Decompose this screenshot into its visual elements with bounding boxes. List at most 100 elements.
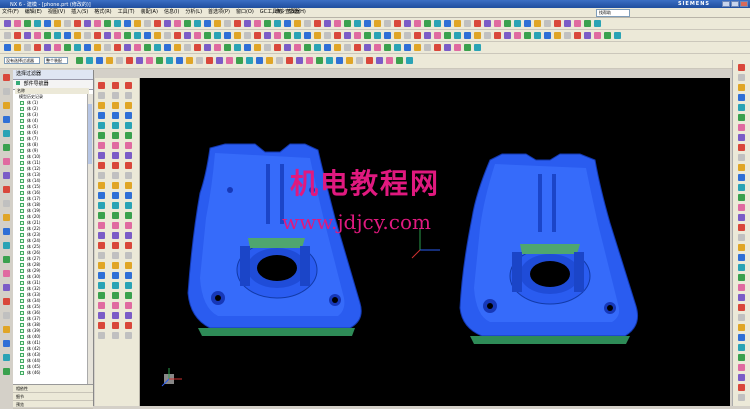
toolbar-tool-icon[interactable] <box>112 162 119 169</box>
toolbar-tool-icon[interactable] <box>104 32 111 39</box>
toolbar-tool-icon[interactable] <box>304 20 311 27</box>
toolbar-tool-icon[interactable] <box>125 272 132 279</box>
toolbar-tool-icon[interactable] <box>116 57 123 64</box>
toolbar-tool-icon[interactable] <box>314 20 321 27</box>
toolbar-tool-icon[interactable] <box>376 57 383 64</box>
toolbar-tool-icon[interactable] <box>96 57 103 64</box>
toolbar-tool-icon[interactable] <box>738 64 745 71</box>
toolbar-tool-icon[interactable] <box>344 44 351 51</box>
toolbar-tool-icon[interactable] <box>144 32 151 39</box>
toolbar-tool-icon[interactable] <box>396 57 403 64</box>
toolbar-tool-icon[interactable] <box>174 32 181 39</box>
toolbar-tool-icon[interactable] <box>404 20 411 27</box>
toolbar-tool-icon[interactable] <box>738 104 745 111</box>
toolbar-tool-icon[interactable] <box>394 20 401 27</box>
toolbar-tool-icon[interactable] <box>112 82 119 89</box>
toolbar-tool-icon[interactable] <box>738 364 745 371</box>
selection-scope-dropdown[interactable]: 整个装配 <box>44 57 68 64</box>
toolbar-tool-icon[interactable] <box>384 20 391 27</box>
toolbar-tool-icon[interactable] <box>3 144 10 151</box>
menu-item-2[interactable]: 视图(V) <box>48 8 65 17</box>
toolbar-tool-icon[interactable] <box>3 130 10 137</box>
toolbar-tool-icon[interactable] <box>34 32 41 39</box>
toolbar-tool-icon[interactable] <box>738 84 745 91</box>
toolbar-tool-icon[interactable] <box>234 44 241 51</box>
toolbar-tool-icon[interactable] <box>54 44 61 51</box>
toolbar-tool-icon[interactable] <box>264 44 271 51</box>
toolbar-tool-icon[interactable] <box>364 20 371 27</box>
menu-item-8[interactable]: 分析(L) <box>185 8 202 17</box>
details-pane[interactable]: 细节 <box>13 393 93 401</box>
toolbar-tool-icon[interactable] <box>738 174 745 181</box>
toolbar-tool-icon[interactable] <box>434 44 441 51</box>
toolbar-tool-icon[interactable] <box>3 116 10 123</box>
toolbar-tool-icon[interactable] <box>3 88 10 95</box>
toolbar-tool-icon[interactable] <box>125 122 132 129</box>
toolbar-tool-icon[interactable] <box>98 222 105 229</box>
toolbar-tool-icon[interactable] <box>738 344 745 351</box>
toolbar-tool-icon[interactable] <box>484 32 491 39</box>
toolbar-tool-icon[interactable] <box>64 32 71 39</box>
toolbar-tool-icon[interactable] <box>494 20 501 27</box>
toolbar-tool-icon[interactable] <box>98 312 105 319</box>
toolbar-tool-icon[interactable] <box>176 57 183 64</box>
toolbar-tool-icon[interactable] <box>286 57 293 64</box>
toolbar-tool-icon[interactable] <box>124 20 131 27</box>
toolbar-tool-icon[interactable] <box>112 172 119 179</box>
toolbar-tool-icon[interactable] <box>234 20 241 27</box>
toolbar-tool-icon[interactable] <box>74 32 81 39</box>
toolbar-tool-icon[interactable] <box>98 282 105 289</box>
toolbar-tool-icon[interactable] <box>3 256 10 263</box>
toolbar-tool-icon[interactable] <box>574 20 581 27</box>
toolbar-tool-icon[interactable] <box>3 368 10 375</box>
toolbar-tool-icon[interactable] <box>76 57 83 64</box>
toolbar-tool-icon[interactable] <box>544 20 551 27</box>
toolbar-tool-icon[interactable] <box>44 20 51 27</box>
toolbar-tool-icon[interactable] <box>112 262 119 269</box>
toolbar-tool-icon[interactable] <box>434 32 441 39</box>
toolbar-tool-icon[interactable] <box>266 57 273 64</box>
toolbar-tool-icon[interactable] <box>164 44 171 51</box>
toolbar-tool-icon[interactable] <box>246 57 253 64</box>
toolbar-tool-icon[interactable] <box>98 232 105 239</box>
toolbar-tool-icon[interactable] <box>114 44 121 51</box>
toolbar-tool-icon[interactable] <box>184 44 191 51</box>
toolbar-tool-icon[interactable] <box>3 340 10 347</box>
toolbar-tool-icon[interactable] <box>98 82 105 89</box>
menu-item-9[interactable]: 首选项(P) <box>208 8 230 17</box>
toolbar-tool-icon[interactable] <box>125 282 132 289</box>
toolbar-tool-icon[interactable] <box>594 32 601 39</box>
toolbar-tool-icon[interactable] <box>144 20 151 27</box>
toolbar-tool-icon[interactable] <box>98 182 105 189</box>
toolbar-tool-icon[interactable] <box>738 274 745 281</box>
toolbar-tool-icon[interactable] <box>98 92 105 99</box>
toolbar-tool-icon[interactable] <box>164 32 171 39</box>
toolbar-tool-icon[interactable] <box>4 20 11 27</box>
toolbar-tool-icon[interactable] <box>154 20 161 27</box>
toolbar-tool-icon[interactable] <box>194 32 201 39</box>
toolbar-tool-icon[interactable] <box>274 32 281 39</box>
toolbar-tool-icon[interactable] <box>44 32 51 39</box>
toolbar-tool-icon[interactable] <box>404 32 411 39</box>
toolbar-tool-icon[interactable] <box>24 20 31 27</box>
toolbar-tool-icon[interactable] <box>374 44 381 51</box>
toolbar-tool-icon[interactable] <box>514 20 521 27</box>
toolbar-tool-icon[interactable] <box>264 20 271 27</box>
selection-filter-dropdown[interactable]: 没有选择过滤器 <box>4 57 40 64</box>
toolbar-tool-icon[interactable] <box>324 44 331 51</box>
toolbar-tool-icon[interactable] <box>98 272 105 279</box>
toolbar-tool-icon[interactable] <box>112 252 119 259</box>
toolbar-tool-icon[interactable] <box>524 32 531 39</box>
toolbar-tool-icon[interactable] <box>314 44 321 51</box>
toolbar-tool-icon[interactable] <box>98 302 105 309</box>
toolbar-tool-icon[interactable] <box>304 44 311 51</box>
toolbar-tool-icon[interactable] <box>738 294 745 301</box>
menu-item-3[interactable]: 插入(S) <box>71 8 88 17</box>
toolbar-tool-icon[interactable] <box>3 284 10 291</box>
toolbar-tool-icon[interactable] <box>374 32 381 39</box>
toolbar-tool-icon[interactable] <box>154 44 161 51</box>
toolbar-tool-icon[interactable] <box>126 57 133 64</box>
toolbar-tool-icon[interactable] <box>296 57 303 64</box>
toolbar-tool-icon[interactable] <box>84 44 91 51</box>
toolbar-tool-icon[interactable] <box>738 144 745 151</box>
